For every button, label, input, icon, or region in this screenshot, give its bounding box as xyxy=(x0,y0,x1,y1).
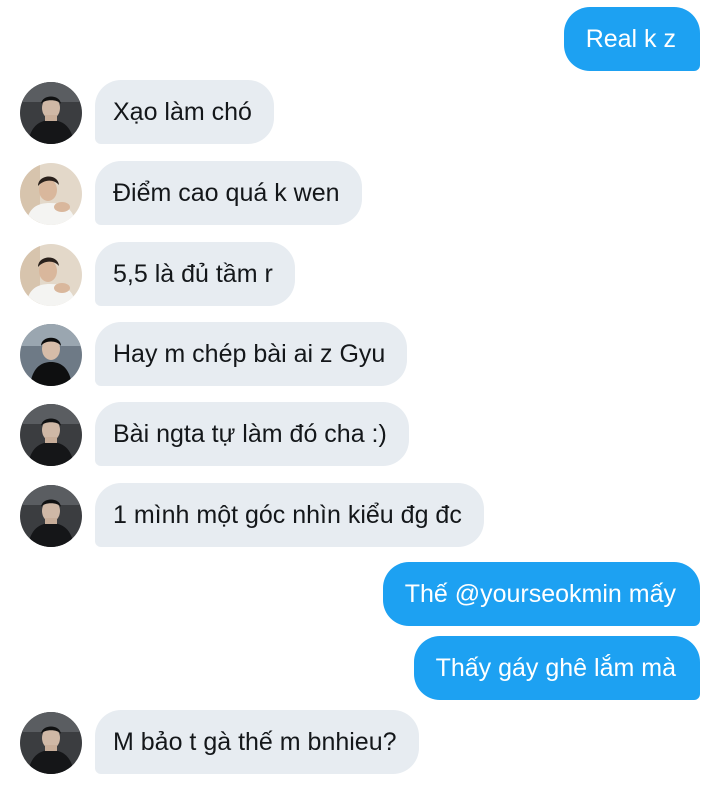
white-shirt-avatar-icon xyxy=(20,163,82,225)
message-thread: Real k z Xạo làm chó Điểm cao quá k wen … xyxy=(0,0,720,788)
incoming-message-bubble[interactable]: 5,5 là đủ tầm r xyxy=(95,242,295,306)
avatar[interactable] xyxy=(20,82,82,144)
message-row-incoming: Hay m chép bài ai z Gyu xyxy=(0,322,720,386)
message-row-outgoing: Thấy gáy ghê lắm mà xyxy=(0,636,720,700)
avatar[interactable] xyxy=(20,404,82,466)
avatar[interactable] xyxy=(20,485,82,547)
incoming-message-bubble[interactable]: 1 mình một góc nhìn kiểu đg đc xyxy=(95,483,484,547)
avatar[interactable] xyxy=(20,163,82,225)
dark-jacket-avatar-icon xyxy=(20,712,82,774)
avatar[interactable] xyxy=(20,712,82,774)
message-row-outgoing: Real k z xyxy=(0,7,720,71)
message-row-incoming: Điểm cao quá k wen xyxy=(0,161,720,225)
outgoing-message-bubble[interactable]: Thấy gáy ghê lắm mà xyxy=(413,636,700,700)
message-row-incoming: Xạo làm chó xyxy=(0,80,720,144)
outgoing-message-bubble[interactable]: Thế @yourseokmin mấy xyxy=(382,562,700,626)
incoming-message-bubble[interactable]: Hay m chép bài ai z Gyu xyxy=(95,322,408,386)
dark-jacket-avatar-icon xyxy=(20,82,82,144)
message-row-incoming: Bài ngta tự làm đó cha :) xyxy=(0,402,720,466)
avatar[interactable] xyxy=(20,244,82,306)
incoming-message-bubble[interactable]: M bảo t gà thế m bnhieu? xyxy=(95,710,419,774)
message-row-outgoing: Thế @yourseokmin mấy xyxy=(0,562,720,626)
outgoing-message-bubble[interactable]: Real k z xyxy=(563,7,700,71)
dark-jacket-avatar-icon xyxy=(20,485,82,547)
message-row-incoming: 1 mình một góc nhìn kiểu đg đc xyxy=(0,483,720,547)
incoming-message-bubble[interactable]: Điểm cao quá k wen xyxy=(95,161,362,225)
incoming-message-bubble[interactable]: Bài ngta tự làm đó cha :) xyxy=(95,402,409,466)
message-row-incoming: M bảo t gà thế m bnhieu? xyxy=(0,710,720,774)
message-row-incoming: 5,5 là đủ tầm r xyxy=(0,242,720,306)
black-tee-avatar-icon xyxy=(20,324,82,386)
dark-jacket-avatar-icon xyxy=(20,404,82,466)
avatar[interactable] xyxy=(20,324,82,386)
white-shirt-avatar-icon xyxy=(20,244,82,306)
incoming-message-bubble[interactable]: Xạo làm chó xyxy=(95,80,274,144)
